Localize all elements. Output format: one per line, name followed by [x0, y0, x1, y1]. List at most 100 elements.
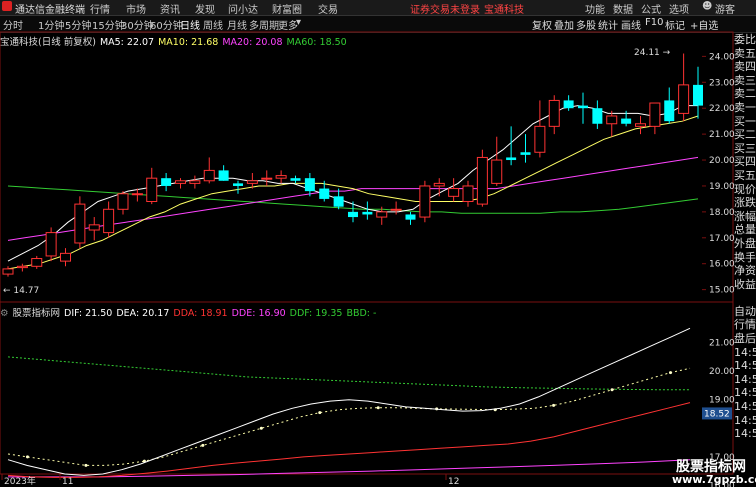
candle-body-down: [563, 100, 574, 109]
candle-body-down: [621, 118, 632, 124]
quote-panel-label: 涨跌: [734, 196, 756, 210]
dea-line-dot: [84, 463, 88, 467]
candle-body-up: [203, 169, 215, 182]
candle-body-down: [333, 196, 344, 207]
candle-body-up: [534, 125, 546, 153]
candle-body-up: [189, 180, 201, 184]
y-axis-label: 17.00: [709, 234, 735, 244]
indicator-y-label: 21.00: [709, 339, 735, 349]
candle-body-down: [319, 188, 330, 199]
indicator-panel-border: [0, 301, 734, 475]
chart-area[interactable]: 24.00 23.00 22.00 21.00 20.00 19.00 18.00 17.00…: [0, 0, 756, 487]
candle-body-up: [74, 203, 86, 244]
candle-body-up: [88, 224, 100, 231]
candle-body-up: [462, 185, 474, 203]
quote-panel-label: 卖五: [734, 46, 756, 60]
quote-panel-label: 涨幅: [734, 209, 756, 223]
quote-panel-label: 卖四: [734, 60, 756, 74]
dea-line-dot: [376, 406, 380, 410]
candle-body-up: [117, 193, 129, 210]
candle-body-up: [2, 268, 14, 275]
y-axis-label: 15.00: [709, 286, 735, 296]
candle-body-up: [548, 99, 560, 127]
y-axis-label: 19.00: [709, 182, 735, 192]
candles: [2, 53, 703, 277]
high-price-label: 24.11 →: [634, 48, 671, 58]
quote-panel-label: 净资: [734, 264, 756, 278]
candle-body-up: [678, 84, 690, 114]
main-panel-border: [0, 31, 734, 303]
quote-panel-label: 14:5: [734, 372, 756, 386]
quote-panel: 委比 卖五 卖四 卖三 卖二 卖一 买一 买二 买三 买四 买五 现价 涨跌 涨幅 总量 外盘 换手 净资 收益 自动…: [734, 33, 756, 473]
y-axis-label: 23.00: [709, 78, 735, 88]
dea-line-dot: [610, 388, 614, 392]
candle-body-down: [362, 211, 373, 215]
low-price-label: ← 14.77: [3, 286, 39, 296]
candle-body-down: [664, 100, 675, 122]
quote-panel-label: 现价: [734, 182, 756, 196]
quote-panel-label: 买五: [734, 168, 756, 182]
dea-line-dot: [552, 403, 556, 407]
candle-body-up: [606, 115, 618, 125]
candle-body-up: [476, 156, 488, 205]
quote-panel-label: 外盘: [734, 236, 756, 250]
ma-lines: [7, 105, 699, 270]
candle-body-up: [649, 102, 661, 127]
quote-panel-label: 总量: [734, 223, 756, 237]
x-axis-label: 2023年: [4, 475, 36, 487]
candle-body-up: [131, 193, 143, 196]
quote-panel-label: 自动: [734, 304, 756, 318]
candle-body-up: [16, 265, 28, 269]
x-axis-label: 11: [62, 477, 73, 487]
y-axis-label: 22.00: [709, 104, 735, 114]
y-axis-label: 24.00: [709, 52, 735, 62]
y-axis-label: 21.00: [709, 130, 735, 140]
quote-panel-label: 买一: [734, 114, 756, 128]
candle-body-down: [506, 157, 517, 161]
dea-line-dot: [259, 426, 263, 430]
quote-panel-label: 14:5: [734, 345, 756, 359]
quote-panel-label: 盘后: [734, 332, 756, 346]
quote-panel-label: 换手: [734, 250, 756, 264]
candle-body-down: [290, 178, 301, 181]
dea-line-dot: [201, 443, 205, 447]
candle-body-up: [390, 208, 402, 211]
candle-body-up: [60, 252, 71, 262]
candle-body-down: [233, 183, 243, 186]
quote-panel-label: 卖一: [734, 100, 756, 114]
dea-line-dot: [669, 371, 673, 375]
y-axis-label: 16.00: [709, 260, 735, 270]
candle-body-up: [448, 188, 460, 197]
indicator-lines: [7, 327, 691, 478]
quote-panel-label: 14:5: [734, 386, 756, 400]
candle-body-up: [275, 175, 287, 179]
candle-body-down: [405, 214, 416, 220]
candle-body-up: [376, 211, 388, 218]
quote-panel-label: 买三: [734, 141, 756, 155]
candle-body-up: [31, 258, 43, 267]
watermark-url: www.7gpzb.com: [672, 473, 756, 486]
quote-panel-label: 行情: [734, 318, 756, 332]
dea-line-dot: [25, 455, 29, 459]
candle-body-down: [578, 105, 588, 109]
dea-line-dot: [318, 411, 322, 415]
quote-panel-label: 买四: [734, 155, 756, 169]
dif-line: [7, 327, 691, 476]
quote-panel-label: 14:5: [734, 359, 756, 373]
cursor-value: 18.52: [704, 409, 730, 419]
y-axis-label: 18.00: [709, 208, 735, 218]
quote-panel-label: [734, 291, 756, 305]
ma5-line: [7, 105, 698, 262]
candle-body-up: [491, 159, 503, 184]
candle-body-up: [45, 232, 57, 257]
candle-body-down: [693, 84, 703, 106]
quote-panel-label: 14:5: [734, 400, 756, 414]
candle-body-down: [520, 152, 531, 155]
candle-body-up: [246, 180, 258, 184]
y-axis-label: 20.00: [709, 156, 735, 166]
dda-line: [7, 402, 691, 478]
quote-panel-label: 买二: [734, 128, 756, 142]
dea-line: [7, 367, 691, 466]
indicator-y-label: 20.00: [709, 367, 735, 377]
quote-panel-label: 卖二: [734, 87, 756, 101]
